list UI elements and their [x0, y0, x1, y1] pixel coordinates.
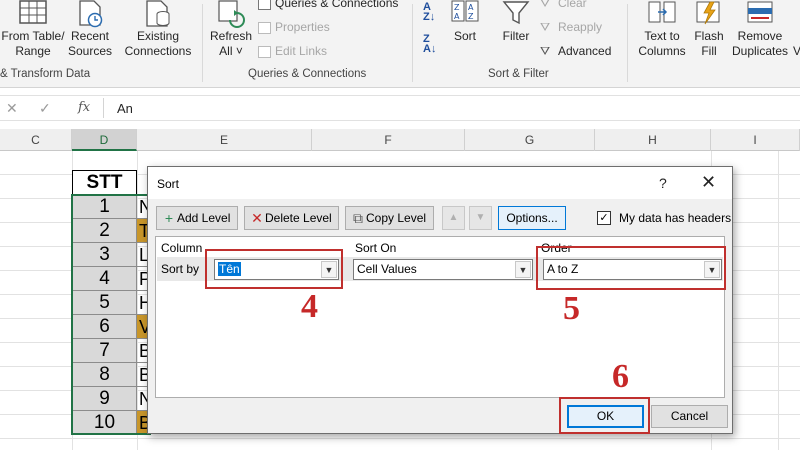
group-label-queries: Queries & Connections — [248, 68, 367, 80]
group-separator — [412, 4, 413, 82]
clear-filter-button[interactable]: ⛛ Clear — [540, 0, 587, 11]
column-header-g[interactable]: G — [465, 129, 595, 151]
group-label-transform: & Transform Data — [0, 68, 91, 80]
queries-connections-button[interactable]: Queries & Connections — [258, 0, 398, 10]
formula-bar: ✕ ✓ fx An — [0, 95, 800, 121]
queries-icon — [258, 0, 271, 10]
refresh-icon — [218, 0, 245, 28]
annotation-step-5: 5 — [563, 290, 580, 327]
sort-button[interactable]: Z A A Z Sort — [450, 0, 480, 66]
selection-border — [71, 194, 151, 435]
options-button[interactable]: Options... — [498, 206, 566, 230]
filter-icon — [502, 1, 530, 25]
remove-duplicates-button[interactable]: Remove Duplicates — [729, 0, 791, 66]
group-separator — [202, 4, 203, 82]
flash-fill-icon — [696, 1, 720, 25]
group-separator — [627, 4, 628, 82]
column-header-c[interactable]: C — [0, 129, 72, 151]
annotation-step-6: 6 — [612, 358, 629, 395]
recent-sources-button[interactable]: Recent Sources — [66, 0, 114, 66]
clear-filter-icon: ⛛ — [540, 0, 551, 10]
sort-on-header-label: Sort On — [355, 241, 397, 255]
formula-input[interactable]: An — [117, 101, 133, 116]
edit-links-button[interactable]: Edit Links — [258, 44, 327, 58]
annotation-step-4: 4 — [301, 288, 318, 325]
column-header-e[interactable]: E — [137, 129, 312, 151]
svg-text:A: A — [468, 3, 474, 12]
dialog-titlebar[interactable]: Sort ? ✕ — [148, 167, 732, 199]
chevron-down-icon[interactable]: ▼ — [515, 261, 531, 278]
recent-sources-icon — [79, 0, 103, 28]
column-header-h[interactable]: H — [595, 129, 711, 151]
add-level-button[interactable]: + Add Level — [156, 206, 238, 230]
svg-text:Z: Z — [468, 12, 474, 21]
help-button[interactable]: ? — [659, 175, 667, 191]
reapply-icon: ⛛ — [540, 20, 551, 34]
sort-on-dropdown[interactable]: Cell Values ▼ — [353, 259, 533, 280]
properties-button[interactable]: Properties — [258, 20, 330, 34]
column-headers: C D E F G H I — [0, 129, 800, 151]
svg-text:Z: Z — [454, 3, 460, 12]
advanced-filter-icon: ⛛ — [540, 44, 551, 58]
my-data-has-headers-label: My data has headers — [619, 211, 732, 225]
move-up-button[interactable]: ▲ — [442, 206, 465, 230]
existing-connections-button[interactable]: Existing Connections — [118, 0, 198, 66]
ribbon: From Table/ Range Recent Sources Existin… — [0, 0, 800, 88]
annotation-box-order — [536, 246, 726, 290]
existing-connections-icon — [146, 0, 170, 27]
svg-text:A: A — [454, 12, 460, 21]
column-header-f[interactable]: F — [312, 129, 465, 151]
insert-function-button[interactable]: fx — [78, 100, 90, 115]
plus-icon: + — [164, 210, 174, 226]
cancel-entry-icon[interactable]: ✕ — [6, 100, 18, 117]
filter-button[interactable]: Filter — [498, 0, 534, 66]
sort-by-label: Sort by — [161, 262, 200, 276]
remove-duplicates-icon — [747, 1, 773, 23]
properties-icon — [258, 21, 271, 34]
copy-level-button[interactable]: ⧉ Copy Level — [345, 206, 434, 230]
sort-ascending-button[interactable]: A Z↓ — [423, 2, 443, 24]
annotation-box-column — [205, 249, 343, 289]
text-to-columns-icon — [648, 1, 676, 23]
copy-icon: ⧉ — [353, 210, 363, 226]
column-header-label: Column — [161, 241, 203, 255]
sort-dialog: Sort ? ✕ + Add Level ✕ Delete Level ⧉ Copy … — [147, 166, 733, 434]
sort-on-value: Cell Values — [357, 262, 417, 276]
delete-x-icon: ✕ — [251, 210, 263, 226]
sort-icon: Z A A Z — [451, 0, 479, 22]
flash-fill-button[interactable]: Flash Fill — [690, 0, 728, 66]
cancel-button[interactable]: Cancel — [651, 405, 728, 428]
sort-descending-button[interactable]: Z A↓ — [423, 34, 443, 56]
header-cell-stt[interactable]: STT — [72, 170, 137, 195]
annotation-box-ok — [559, 397, 650, 434]
confirm-entry-icon[interactable]: ✓ — [39, 100, 51, 117]
formula-separator — [103, 98, 104, 118]
column-header-d[interactable]: D — [72, 129, 137, 151]
table-icon — [19, 0, 47, 24]
delete-level-button[interactable]: ✕ Delete Level — [244, 206, 339, 230]
dialog-title: Sort — [157, 177, 180, 191]
column-header-i[interactable]: I — [711, 129, 800, 151]
from-table-range-button[interactable]: From Table/ Range — [0, 0, 66, 66]
grid-line — [778, 151, 779, 450]
edit-links-icon — [258, 45, 271, 58]
text-to-columns-button[interactable]: Text to Columns — [634, 0, 690, 66]
group-label-sort-filter: Sort & Filter — [488, 68, 549, 80]
my-data-has-headers-checkbox[interactable]: ✓ — [597, 211, 611, 225]
advanced-filter-button[interactable]: ⛛ Advanced — [540, 44, 611, 59]
refresh-all-button[interactable]: Refresh All ˅ — [206, 0, 256, 66]
reapply-button[interactable]: ⛛ Reapply — [540, 20, 602, 35]
move-down-button[interactable]: ▼ — [469, 206, 492, 230]
close-button[interactable]: ✕ — [701, 172, 716, 193]
data-validation-button[interactable]: V — [791, 29, 800, 58]
